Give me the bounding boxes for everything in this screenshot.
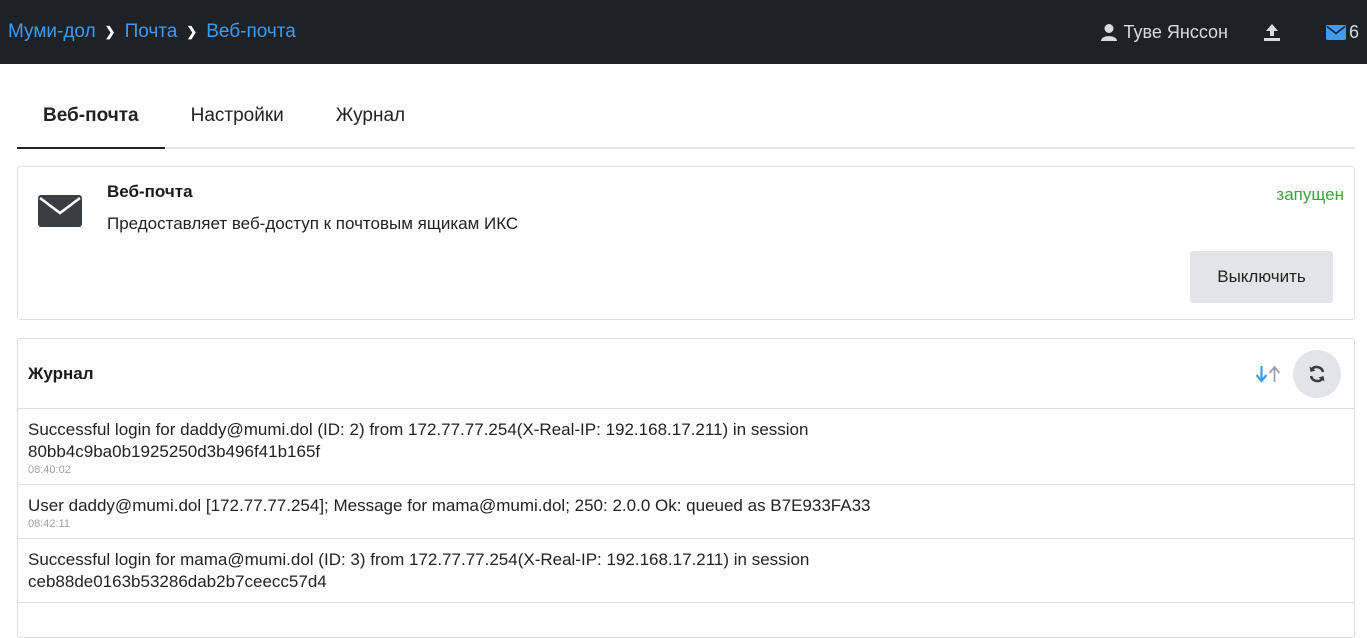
tab-webmail[interactable]: Веб-почта bbox=[17, 105, 165, 149]
refresh-button[interactable] bbox=[1293, 349, 1341, 398]
log-entry: User daddy@mumi.dol [172.77.77.254]; Mes… bbox=[18, 485, 1354, 539]
service-description: Предоставляет веб-доступ к почтовым ящик… bbox=[107, 214, 519, 233]
log-message: Successful login for daddy@mumi.dol (ID:… bbox=[28, 420, 809, 461]
tab-journal[interactable]: Журнал bbox=[310, 105, 431, 149]
log-timestamp: 08:40:02 bbox=[28, 464, 71, 476]
envelope-icon bbox=[38, 195, 82, 227]
top-bar: Муми-дол ❯ Почта ❯ Веб-почта Туве Янссон… bbox=[0, 0, 1367, 64]
envelope-icon bbox=[1325, 24, 1346, 40]
breadcrumb-item-mumi-dol[interactable]: Муми-дол bbox=[8, 21, 96, 43]
log-message: User daddy@mumi.dol [172.77.77.254]; Mes… bbox=[28, 496, 871, 515]
log-message: Successful login for mama@mumi.dol (ID: … bbox=[28, 550, 810, 591]
breadcrumb-item-mail[interactable]: Почта bbox=[125, 21, 178, 43]
log-entry: Successful login for daddy@mumi.dol (ID:… bbox=[18, 409, 1354, 485]
user-icon bbox=[1100, 24, 1117, 41]
arrow-up-icon[interactable] bbox=[1268, 365, 1281, 383]
disable-button[interactable]: Выключить bbox=[1190, 251, 1333, 303]
arrow-down-icon[interactable] bbox=[1255, 365, 1268, 383]
status-badge: запущен bbox=[1276, 185, 1344, 204]
service-card: Веб-почта Предоставляет веб-доступ к поч… bbox=[17, 166, 1355, 320]
user-menu[interactable]: Туве Янссон bbox=[1100, 22, 1228, 43]
mail-notifications-button[interactable]: 6 bbox=[1325, 21, 1359, 43]
log-title: Журнал bbox=[28, 363, 94, 383]
breadcrumb-item-webmail[interactable]: Веб-почта bbox=[206, 21, 296, 43]
tab-settings[interactable]: Настройки bbox=[165, 105, 310, 149]
log-tools bbox=[1255, 349, 1341, 398]
breadcrumb: Муми-дол ❯ Почта ❯ Веб-почта bbox=[8, 21, 296, 43]
log-timestamp: 08:42:11 bbox=[28, 518, 71, 530]
chevron-right-icon: ❯ bbox=[186, 24, 198, 39]
sort-toggle[interactable] bbox=[1255, 365, 1281, 383]
chevron-right-icon: ❯ bbox=[104, 24, 116, 39]
service-title: Веб-почта bbox=[107, 182, 193, 201]
upload-icon bbox=[1263, 24, 1280, 41]
refresh-icon bbox=[1309, 365, 1325, 382]
log-entry: Successful login for mama@mumi.dol (ID: … bbox=[18, 539, 1354, 603]
log-panel: Журнал Successful login for daddy@mumi.d… bbox=[17, 338, 1355, 638]
mail-count-badge: 6 bbox=[1348, 21, 1359, 42]
log-header: Журнал bbox=[18, 339, 1354, 409]
user-name: Туве Янссон bbox=[1123, 21, 1228, 42]
upload-button[interactable] bbox=[1262, 22, 1282, 42]
top-actions: Туве Янссон 6 bbox=[1100, 22, 1359, 43]
tab-bar: Веб-почта Настройки Журнал bbox=[17, 87, 1355, 149]
